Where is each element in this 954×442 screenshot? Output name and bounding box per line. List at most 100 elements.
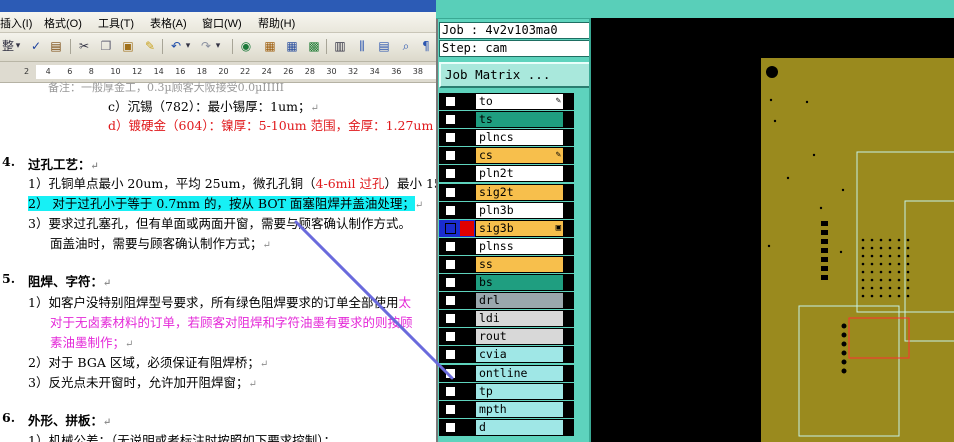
layer-display-swatch[interactable] [460,202,474,218]
layer-affected-checkbox[interactable] [445,313,456,325]
redo-icon[interactable]: ↷ [198,38,214,55]
layer-row-cs[interactable]: cs ✎ [439,147,589,165]
layer-display-swatch[interactable] [460,166,474,182]
columns-icon[interactable]: ▥ [332,38,348,55]
layer-affected-checkbox[interactable] [445,186,456,198]
layer-display-swatch[interactable] [460,311,474,327]
layer-display-swatch[interactable] [460,419,474,435]
layer-name[interactable]: ldi [475,310,564,328]
layer-name[interactable]: ts [475,111,564,129]
layer-affected-checkbox[interactable] [445,168,456,180]
layer-display-swatch[interactable] [460,383,474,399]
style-dropdown[interactable]: 整 [1,38,15,55]
format-painter-icon[interactable]: ✎ [142,38,158,55]
cut-icon[interactable]: ✂ [76,38,92,55]
chevron-down-icon[interactable]: ▾ [14,38,22,55]
layer-name[interactable]: bs [475,274,564,291]
layer-display-swatch[interactable] [460,293,474,309]
layer-name[interactable]: tp [475,382,564,400]
layer-row-d[interactable]: d [439,418,589,437]
layer-display-swatch[interactable] [460,148,474,164]
layer-display-swatch[interactable] [460,347,474,363]
menu-insert[interactable]: 插入(I) [0,15,32,31]
layer-row-pln2t[interactable]: pln2t [439,165,589,183]
layer-name[interactable]: plnss [475,237,564,255]
layer-name[interactable]: drl [475,292,564,310]
layer-affected-checkbox[interactable] [445,222,456,234]
hyperlink-icon[interactable]: ◉ [238,38,254,55]
layer-affected-checkbox[interactable] [445,295,456,307]
layer-display-swatch[interactable] [460,365,474,381]
layer-row-ontline[interactable]: ontline [439,364,589,383]
layer-name[interactable]: sig3b ▣ [475,219,564,237]
layer-display-swatch[interactable] [460,256,474,272]
layer-row-pln3b[interactable]: pln3b [439,201,589,220]
layer-name[interactable]: mpth [475,400,564,418]
undo-icon[interactable]: ↶ [168,38,184,55]
layer-display-swatch[interactable] [460,329,474,345]
graphic-viewport[interactable] [591,18,954,442]
job-matrix-button[interactable]: Job Matrix ... [439,62,594,88]
menu-window[interactable]: 窗口(W) [202,15,242,31]
zoom-icon[interactable]: ⌕ [398,38,414,55]
layer-display-swatch[interactable] [460,184,474,200]
layer-name[interactable]: pln3b [475,201,564,219]
layer-affected-checkbox[interactable] [445,367,456,379]
layer-name[interactable]: ss [475,255,564,273]
layer-name[interactable]: ontline [475,364,564,382]
layer-affected-checkbox[interactable] [445,331,456,343]
menu-help[interactable]: 帮助(H) [258,15,295,31]
layer-display-swatch[interactable] [460,275,474,290]
layer-row-ldi[interactable]: ldi [439,310,589,328]
menu-table[interactable]: 表格(A) [150,15,187,31]
layer-row-plnss[interactable]: plnss [439,237,589,256]
spell-icon[interactable]: ✓ [28,38,44,55]
menu-format[interactable]: 格式(O) [44,15,82,31]
layer-display-swatch[interactable] [460,238,474,254]
layer-affected-checkbox[interactable] [445,132,456,144]
layer-display-swatch[interactable] [460,94,474,109]
layer-row-drl[interactable]: drl [439,292,589,310]
copy-icon[interactable]: ❐ [98,38,114,55]
layer-name[interactable]: plncs [475,129,564,147]
layer-name[interactable]: d [475,418,564,436]
layer-row-rout[interactable]: rout [439,328,589,346]
layer-name[interactable]: pln2t [475,165,564,183]
layer-affected-checkbox[interactable] [445,277,456,288]
layer-row-sig3b[interactable]: sig3b ▣ [439,219,589,238]
layer-row-bs[interactable]: bs [439,274,589,292]
layer-affected-checkbox[interactable] [445,385,456,397]
layer-display-swatch[interactable] [460,220,474,236]
layer-affected-checkbox[interactable] [445,96,456,107]
layer-affected-checkbox[interactable] [445,258,456,270]
layer-affected-checkbox[interactable] [445,421,456,433]
insert-excel-icon[interactable]: ▩ [306,38,322,55]
layer-row-sig2t[interactable]: sig2t [439,183,589,202]
show-hide-icon[interactable]: ¶ [418,38,434,55]
layer-display-swatch[interactable] [460,112,474,128]
layer-row-ts[interactable]: ts [439,111,589,129]
paste-icon[interactable]: ▣ [120,38,136,55]
layer-affected-checkbox[interactable] [445,114,456,126]
layer-affected-checkbox[interactable] [445,349,456,361]
layer-row-plncs[interactable]: plncs [439,129,589,147]
layer-name[interactable]: cs ✎ [475,147,564,165]
layer-name[interactable]: rout [475,328,564,346]
insert-table-icon[interactable]: ▦ [284,38,300,55]
layer-row-mpth[interactable]: mpth [439,400,589,419]
layer-row-tp[interactable]: tp [439,382,589,401]
tables-borders-icon[interactable]: ▦ [262,38,278,55]
chevron-down-icon[interactable]: ▾ [184,38,192,55]
layer-affected-checkbox[interactable] [445,403,456,415]
research-icon[interactable]: ▤ [48,38,64,55]
layer-row-cvia[interactable]: cvia [439,346,589,364]
layer-row-ss[interactable]: ss [439,255,589,274]
document-map-icon[interactable]: ▤ [376,38,392,55]
layer-name[interactable]: sig2t [475,183,564,201]
chevron-down-icon[interactable]: ▾ [214,38,222,55]
menu-tools[interactable]: 工具(T) [98,15,134,31]
layer-affected-checkbox[interactable] [445,204,456,216]
layer-affected-checkbox[interactable] [445,150,456,162]
layer-name[interactable]: to ✎ [475,93,564,110]
layer-name[interactable]: cvia [475,346,564,364]
